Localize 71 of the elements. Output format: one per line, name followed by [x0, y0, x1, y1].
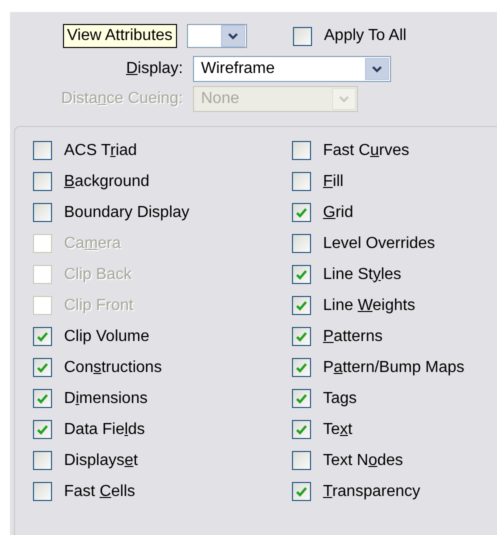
checkbox[interactable] — [33, 451, 52, 470]
dropdown-field[interactable]: Wireframe — [193, 56, 391, 82]
checkbox-label: Background — [64, 172, 150, 192]
checkbox[interactable] — [33, 358, 52, 377]
checkbox[interactable] — [293, 26, 312, 46]
checkbox-label: Fast Cells — [64, 482, 136, 502]
checkbox[interactable] — [292, 482, 311, 501]
checkbox-label: Clip Back — [64, 264, 132, 284]
checkbox[interactable] — [292, 296, 311, 315]
checkmark-icon — [37, 332, 48, 342]
checkmark-icon — [296, 332, 307, 342]
checkbox[interactable] — [292, 141, 311, 160]
checkbox[interactable] — [33, 327, 52, 346]
checkbox[interactable] — [292, 203, 311, 222]
checkbox-label: Tags — [323, 388, 357, 408]
checkbox[interactable] — [292, 451, 311, 470]
checkbox-label: Boundary Display — [64, 202, 190, 222]
checkbox[interactable] — [33, 172, 52, 191]
checkbox[interactable] — [33, 389, 52, 408]
dropdown-value: Wireframe — [200, 59, 275, 79]
checkbox[interactable] — [292, 327, 311, 346]
field-label: Display: — [126, 59, 183, 79]
checkbox[interactable] — [292, 389, 311, 408]
checkbox-label: Level Overrides — [323, 234, 436, 254]
checkbox-label: Transparency — [323, 482, 420, 502]
checkmark-icon — [296, 270, 307, 280]
chevron-down-icon — [372, 66, 382, 72]
checkbox-label: Apply To All — [324, 26, 406, 46]
checkbox-label: Patterns — [323, 326, 383, 346]
checkbox-label: Fast Curves — [323, 140, 410, 160]
checkbox[interactable] — [292, 265, 311, 284]
checkmark-icon — [296, 394, 307, 404]
checkbox-label: Camera — [64, 234, 121, 254]
dropdown-button[interactable] — [365, 58, 389, 80]
tooltip: View Attributes — [63, 24, 177, 48]
checkbox-label: Text Nodes — [323, 450, 404, 470]
checkmark-icon — [296, 362, 307, 372]
checkbox-label: Line Weights — [323, 296, 416, 316]
checkbox[interactable] — [33, 141, 52, 160]
dropdown-value: None — [200, 89, 240, 109]
checkbox-label: Line Styles — [323, 264, 402, 284]
checkbox[interactable] — [292, 358, 311, 377]
checkmark-icon — [296, 424, 307, 434]
checkmark-icon — [37, 362, 48, 372]
chevron-down-icon — [339, 96, 349, 102]
view-selector-field[interactable] — [187, 24, 247, 48]
checkbox-label: Data Fields — [64, 420, 145, 440]
checkbox-label: Fill — [323, 172, 344, 192]
checkbox[interactable] — [33, 203, 52, 222]
checkmark-icon — [37, 394, 48, 404]
checkbox-label: Dimensions — [64, 388, 148, 408]
checkbox-label: Displayset — [64, 450, 138, 470]
checkbox-label: Grid — [323, 202, 354, 222]
checkmark-icon — [296, 486, 307, 496]
checkbox-label: Clip Volume — [64, 326, 150, 346]
checkbox[interactable] — [292, 420, 311, 439]
checkbox-label: Constructions — [64, 358, 162, 378]
checkmark-icon — [37, 424, 48, 434]
checkbox[interactable] — [292, 172, 311, 191]
checkbox-label: Pattern/Bump Maps — [323, 358, 464, 378]
checkmark-icon — [296, 208, 307, 218]
checkbox[interactable] — [292, 234, 311, 253]
checkbox-label: ACS Triad — [64, 140, 137, 160]
dropdown-button[interactable] — [221, 25, 245, 47]
checkbox[interactable] — [33, 482, 52, 501]
checkbox-label: Text — [323, 420, 352, 440]
checkbox-label: Clip Front — [64, 296, 134, 316]
chevron-down-icon — [228, 32, 238, 40]
checkmark-icon — [296, 300, 307, 310]
field-label: Distance Cueing: — [61, 89, 183, 109]
checkbox[interactable] — [33, 420, 52, 439]
